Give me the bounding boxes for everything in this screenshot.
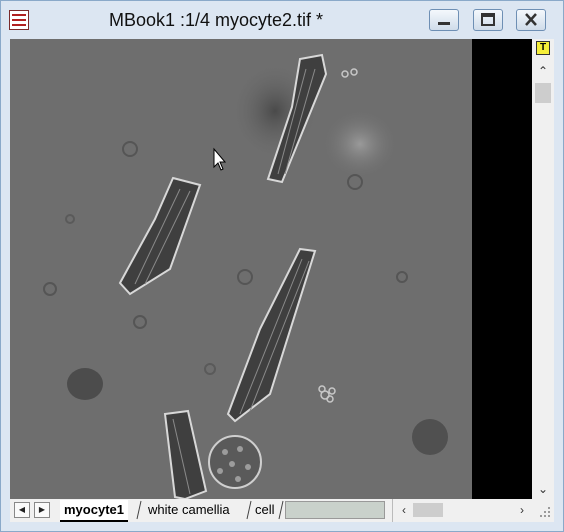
tab-prev-button[interactable]: ◀ [14, 502, 30, 518]
size-grip[interactable] [532, 499, 554, 522]
maximize-button[interactable] [473, 9, 503, 31]
scroll-left-button[interactable]: ‹ [393, 500, 415, 520]
vertical-scrollbar[interactable]: T ⌃ ⌄ [532, 39, 554, 499]
chevron-up-icon: ⌃ [537, 64, 549, 78]
maximize-icon [481, 13, 495, 26]
tab-myocyte1[interactable]: myocyte1 [60, 500, 128, 522]
empty-region [472, 39, 532, 499]
vertical-scroll-thumb[interactable] [535, 83, 551, 103]
tab-divider [246, 500, 252, 520]
scroll-down-button[interactable]: ⌄ [532, 479, 554, 499]
scroll-right-button[interactable]: › [511, 500, 533, 520]
minimize-icon [438, 22, 450, 25]
horizontal-scroll-thumb[interactable] [413, 503, 443, 517]
chevron-right-icon: › [520, 503, 524, 517]
scroll-up-button[interactable]: ⌃ [532, 61, 554, 81]
tab-next-button[interactable]: ▶ [34, 502, 50, 518]
close-button[interactable] [516, 9, 546, 31]
tab-next-icon: ▶ [38, 505, 46, 514]
workbook-window: MBook1 :1/4 myocyte2.tif * T ⌃ ⌄ ◀ ▶ myo… [0, 0, 564, 532]
tab-divider [278, 500, 284, 520]
window-title: MBook1 :1/4 myocyte2.tif * [108, 10, 324, 30]
horizontal-scrollbar[interactable]: ‹ › [392, 499, 533, 522]
tab-white-camellia[interactable]: white camellia [148, 500, 230, 520]
tab-prev-icon: ◀ [18, 505, 26, 514]
tab-cell[interactable]: cell [255, 500, 275, 520]
image-canvas[interactable] [10, 39, 472, 499]
text-tool-button[interactable]: T [536, 41, 550, 55]
chevron-down-icon: ⌄ [537, 482, 549, 496]
close-icon [525, 13, 537, 26]
myocyte-image [10, 39, 472, 499]
tab-divider [136, 500, 142, 520]
resize-grip-icon [540, 507, 550, 517]
title-bar[interactable]: MBook1 :1/4 myocyte2.tif * [1, 1, 563, 39]
sheet-tab-bar: ◀ ▶ myocyte1 white camellia cell ‹ › [10, 499, 554, 522]
image-workspace: T ⌃ ⌄ ◀ ▶ myocyte1 white camellia cell ‹… [10, 39, 554, 522]
minimize-button[interactable] [429, 9, 459, 31]
chevron-left-icon: ‹ [402, 503, 406, 517]
tab-area-filler [285, 501, 385, 519]
